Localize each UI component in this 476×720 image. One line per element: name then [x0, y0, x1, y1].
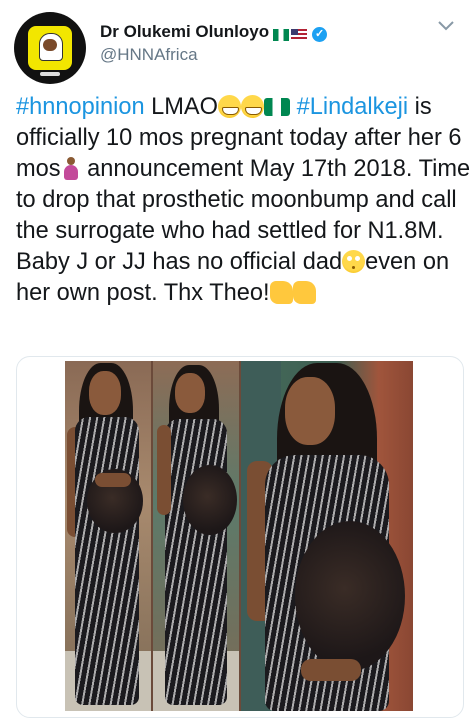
snapchat-ghost-icon [28, 26, 72, 70]
hashtag-hnnopinion[interactable]: #hnnopinion [16, 94, 145, 120]
grinning-face-icon [218, 95, 242, 118]
display-name[interactable]: Dr Olukemi Olunloyo ✓ [100, 22, 328, 44]
text-segment: LMAO [144, 94, 219, 120]
chevron-down-icon[interactable] [434, 18, 458, 34]
tweet-photo[interactable] [65, 361, 413, 711]
display-name-text: Dr Olukemi Olunloyo [100, 22, 270, 41]
tweet: Dr Olukemi Olunloyo ✓ @HNNAfrica #hnnopin… [0, 0, 476, 720]
flags [273, 24, 309, 44]
avatar[interactable] [14, 12, 86, 84]
photo-panel [153, 361, 239, 711]
us-flag-icon [291, 28, 308, 41]
tweet-text: #hnnopinion LMAO #Lindalkeji is official… [16, 92, 471, 309]
flexed-biceps-icon [292, 281, 316, 304]
nigeria-flag-icon [264, 98, 291, 116]
photo-panel [241, 361, 413, 711]
user-handle[interactable]: @HNNAfrica [100, 45, 198, 65]
pregnant-woman-icon [61, 157, 81, 180]
verified-badge-icon: ✓ [312, 27, 328, 42]
clapping-hands-icon [269, 281, 293, 304]
nigeria-flag-icon [273, 28, 290, 41]
rolling-eyes-icon [342, 250, 366, 273]
media-card[interactable] [16, 356, 464, 718]
photo-panel [65, 361, 151, 711]
hashtag-lindalkeji[interactable]: #Lindalkeji [297, 94, 409, 120]
grinning-face-icon [241, 95, 265, 118]
